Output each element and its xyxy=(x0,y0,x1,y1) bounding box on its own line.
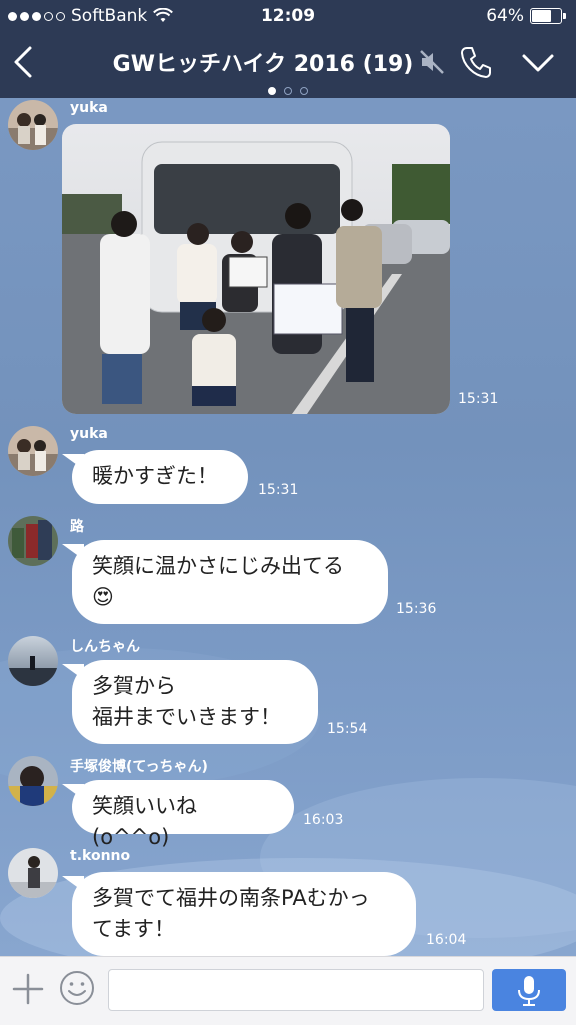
microphone-icon xyxy=(518,976,540,1006)
timestamp: 16:04 xyxy=(426,932,467,948)
page-indicator xyxy=(0,80,576,99)
status-bar: SoftBank 12:09 64% xyxy=(0,0,576,32)
avatar[interactable] xyxy=(8,756,58,806)
timestamp: 15:31 xyxy=(458,391,499,407)
battery-percent: 64% xyxy=(486,6,524,26)
sender-name: 路 xyxy=(70,519,84,535)
timestamp: 16:03 xyxy=(303,812,344,828)
message-input-bar xyxy=(0,956,576,1025)
message-line: 多賀でて福井の南条PAむかっ xyxy=(92,886,370,910)
sender-name: yuka xyxy=(70,426,108,442)
avatar[interactable] xyxy=(8,100,58,150)
sender-name: t.konno xyxy=(70,848,131,864)
chat-area[interactable]: yuka 15:31 yuka 暖かすぎた！ 15:31 路 笑顔に温かさにじみ… xyxy=(0,98,576,956)
nav-row: GWヒッチハイク 2016 (19) xyxy=(0,40,576,84)
top-bar: SoftBank 12:09 64% GWヒッチハイク 2016 (19) xyxy=(0,0,576,98)
timestamp: 15:31 xyxy=(258,482,299,498)
avatar[interactable] xyxy=(8,516,58,566)
message-bubble[interactable]: 暖かすぎた！ xyxy=(72,450,248,504)
back-chevron-icon[interactable] xyxy=(10,44,40,80)
message-line: 笑顔に温かさにじみ出てる xyxy=(92,554,344,578)
message-line: 多賀から xyxy=(92,674,176,698)
message-bubble[interactable]: 多賀でて福井の南条PAむかっ てます！ xyxy=(72,872,416,956)
avatar[interactable] xyxy=(8,636,58,686)
message-bubble[interactable]: 多賀から 福井までいきます！ xyxy=(72,660,318,744)
sender-name: yuka xyxy=(70,100,108,116)
emoji-icon[interactable] xyxy=(58,969,96,1007)
battery-status: 64% xyxy=(486,6,566,26)
timestamp: 15:54 xyxy=(327,721,368,737)
chat-title-container[interactable]: GWヒッチハイク 2016 (19) xyxy=(80,46,480,78)
sender-name: しんちゃん xyxy=(70,639,140,655)
chevron-down-icon[interactable] xyxy=(520,48,556,78)
phone-call-icon[interactable] xyxy=(458,44,494,80)
smiling-face-heart-eyes-emoji: 😍 xyxy=(92,585,114,609)
avatar[interactable] xyxy=(8,848,58,898)
avatar[interactable] xyxy=(8,426,58,476)
plus-icon[interactable] xyxy=(10,971,46,1007)
message-line: てます！ xyxy=(92,917,175,941)
message-line: 福井までいきます！ xyxy=(92,705,281,729)
voice-button[interactable] xyxy=(492,969,566,1011)
battery-icon xyxy=(530,8,562,24)
chat-title: GWヒッチハイク 2016 (19) xyxy=(112,52,414,77)
message-text: 暖かすぎた！ xyxy=(92,464,218,488)
timestamp: 15:36 xyxy=(396,601,437,617)
message-bubble[interactable]: 笑顔いいね(o^^o) xyxy=(72,780,294,849)
photo-message[interactable] xyxy=(62,124,450,414)
sender-name: 手塚俊博(てっちゃん) xyxy=(70,759,208,775)
message-input[interactable] xyxy=(108,969,484,1011)
mute-icon xyxy=(420,50,445,74)
message-bubble[interactable]: 笑顔に温かさにじみ出てる 😍 xyxy=(72,540,388,624)
